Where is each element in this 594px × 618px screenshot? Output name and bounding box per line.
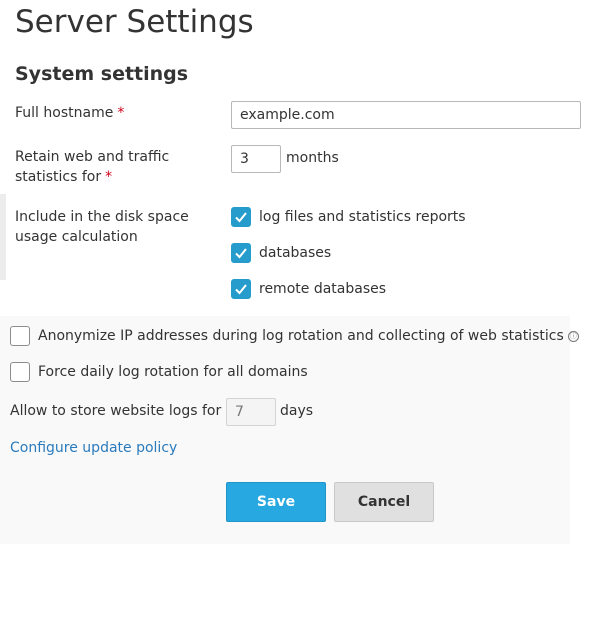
months-unit: months [286,150,339,166]
checkmark-icon [235,284,247,295]
disk-space-label-line1: Include in the disk space [15,209,189,225]
force-rotation-label: Force daily log rotation for all domains [38,364,308,380]
hostname-input[interactable] [231,101,581,129]
remote-databases-label: remote databases [259,281,387,297]
required-mark: * [105,169,113,185]
disk-space-label-line2: usage calculation [15,229,138,245]
page-title: Server Settings [15,4,254,40]
anonymize-ip-checkbox[interactable] [10,326,30,346]
required-mark: * [117,105,125,121]
remote-databases-checkbox[interactable] [231,279,251,299]
log-files-label: log files and statistics reports [259,209,466,225]
log-files-checkbox[interactable] [231,207,251,227]
hostname-label: Full hostname * [15,103,124,123]
retain-label-line2: statistics for [15,169,102,185]
hostname-label-text: Full hostname [15,105,114,121]
retain-months-input[interactable] [231,145,281,173]
anonymize-ip-label-text: Anonymize IP addresses during log rotati… [38,328,564,344]
section-title: System settings [15,63,189,85]
checkmark-icon [235,248,247,259]
anonymize-ip-label: Anonymize IP addresses during log rotati… [38,328,579,344]
days-unit: days [280,403,314,419]
force-rotation-checkbox[interactable] [10,362,30,382]
retain-label-line1: Retain web and traffic [15,149,170,165]
store-logs-label: Allow to store website logs for [10,403,222,419]
store-logs-input[interactable] [226,398,276,426]
retain-label: Retain web and traffic statistics for * [15,147,169,187]
databases-checkbox[interactable] [231,243,251,263]
save-button[interactable]: Save [226,482,326,522]
info-icon[interactable]: ⓘ [567,330,579,342]
cancel-button[interactable]: Cancel [334,482,434,522]
page-edge-marker [0,194,6,280]
databases-label: databases [259,245,332,261]
checkmark-icon [235,212,247,223]
configure-update-policy-link[interactable]: Configure update policy [10,440,177,456]
disk-space-label: Include in the disk space usage calculat… [15,207,189,247]
